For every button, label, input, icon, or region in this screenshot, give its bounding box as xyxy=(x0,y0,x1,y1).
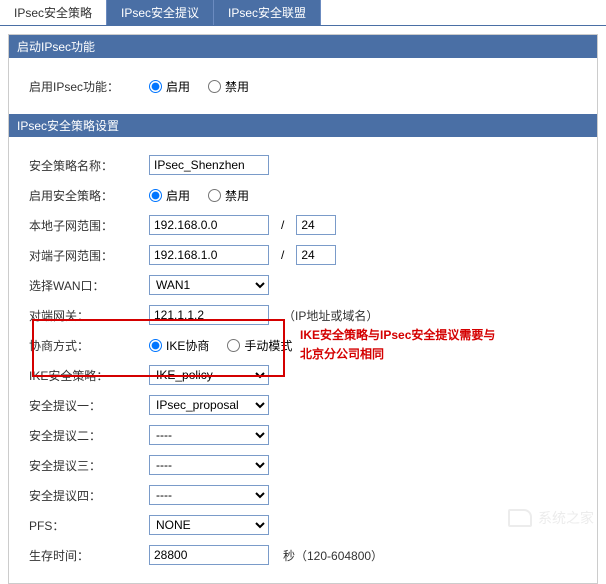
ike-policy-select[interactable]: IKE_policy xyxy=(149,365,269,385)
local-subnet-ip-input[interactable] xyxy=(149,215,269,235)
negotiation-label: 协商方式： xyxy=(29,337,149,354)
lifetime-input[interactable] xyxy=(149,545,269,565)
tab-ipsec-proposal[interactable]: IPsec安全提议 xyxy=(107,0,214,25)
slash-divider: / xyxy=(281,218,284,232)
gateway-label: 对端网关： xyxy=(29,307,149,324)
enable-ipsec-radio-enable[interactable]: 启用 xyxy=(149,78,190,95)
proposal3-select[interactable]: ---- xyxy=(149,455,269,475)
enable-policy-text: 启用 xyxy=(166,187,190,204)
remote-subnet-mask-input[interactable] xyxy=(296,245,336,265)
tab-ipsec-sa[interactable]: IPsec安全联盟 xyxy=(214,0,321,25)
disable-policy-text: 禁用 xyxy=(225,187,249,204)
policy-name-input[interactable] xyxy=(149,155,269,175)
policy-name-label: 安全策略名称： xyxy=(29,157,149,174)
annotation-text: IKE安全策略与IPsec安全提议需要与北京分公司相同 xyxy=(300,326,500,364)
proposal1-select[interactable]: IPsec_proposal xyxy=(149,395,269,415)
proposal4-select[interactable]: ---- xyxy=(149,485,269,505)
local-subnet-mask-input[interactable] xyxy=(296,215,336,235)
section-enable-ipsec-body: 启用IPsec功能： 启用 禁用 xyxy=(9,58,597,114)
proposal1-label: 安全提议一： xyxy=(29,397,149,414)
manual-mode-text: 手动模式 xyxy=(244,337,292,354)
watermark-icon xyxy=(508,509,532,527)
section-enable-ipsec-header: 启动IPsec功能 xyxy=(9,35,597,58)
wan-label: 选择WAN口： xyxy=(29,277,149,294)
enable-text: 启用 xyxy=(166,78,190,95)
ike-mode-text: IKE协商 xyxy=(166,337,209,354)
watermark-text: 系统之家 xyxy=(538,508,594,528)
local-subnet-label: 本地子网范围： xyxy=(29,217,149,234)
section-policy-settings-header: IPsec安全策略设置 xyxy=(9,114,597,137)
lifetime-note: 秒（120-604800） xyxy=(283,547,383,564)
enable-policy-radio-enable[interactable]: 启用 xyxy=(149,187,190,204)
proposal4-label: 安全提议四： xyxy=(29,487,149,504)
proposal2-select[interactable]: ---- xyxy=(149,425,269,445)
slash-divider: / xyxy=(281,248,284,262)
tab-bar: IPsec安全策略 IPsec安全提议 IPsec安全联盟 xyxy=(0,0,606,26)
negotiation-radio-manual[interactable]: 手动模式 xyxy=(227,337,292,354)
negotiation-radio-ike[interactable]: IKE协商 xyxy=(149,337,209,354)
proposal2-label: 安全提议二： xyxy=(29,427,149,444)
pfs-label: PFS： xyxy=(29,517,149,534)
remote-subnet-label: 对端子网范围： xyxy=(29,247,149,264)
remote-subnet-ip-input[interactable] xyxy=(149,245,269,265)
proposal3-label: 安全提议三： xyxy=(29,457,149,474)
watermark: 系统之家 xyxy=(508,508,594,528)
tab-ipsec-policy[interactable]: IPsec安全策略 xyxy=(0,0,107,25)
gateway-note: （IP地址或域名） xyxy=(283,307,378,324)
ike-policy-label: IKE安全策略： xyxy=(29,367,149,384)
enable-ipsec-radio-disable[interactable]: 禁用 xyxy=(208,78,249,95)
enable-policy-label: 启用安全策略： xyxy=(29,187,149,204)
wan-select[interactable]: WAN1 xyxy=(149,275,269,295)
lifetime-label: 生存时间： xyxy=(29,547,149,564)
disable-text: 禁用 xyxy=(225,78,249,95)
enable-policy-radio-disable[interactable]: 禁用 xyxy=(208,187,249,204)
main-container: 启动IPsec功能 启用IPsec功能： 启用 禁用 IPsec安全策略设置 安… xyxy=(8,34,598,584)
gateway-input[interactable] xyxy=(149,305,269,325)
pfs-select[interactable]: NONE xyxy=(149,515,269,535)
enable-ipsec-label: 启用IPsec功能： xyxy=(29,78,149,95)
